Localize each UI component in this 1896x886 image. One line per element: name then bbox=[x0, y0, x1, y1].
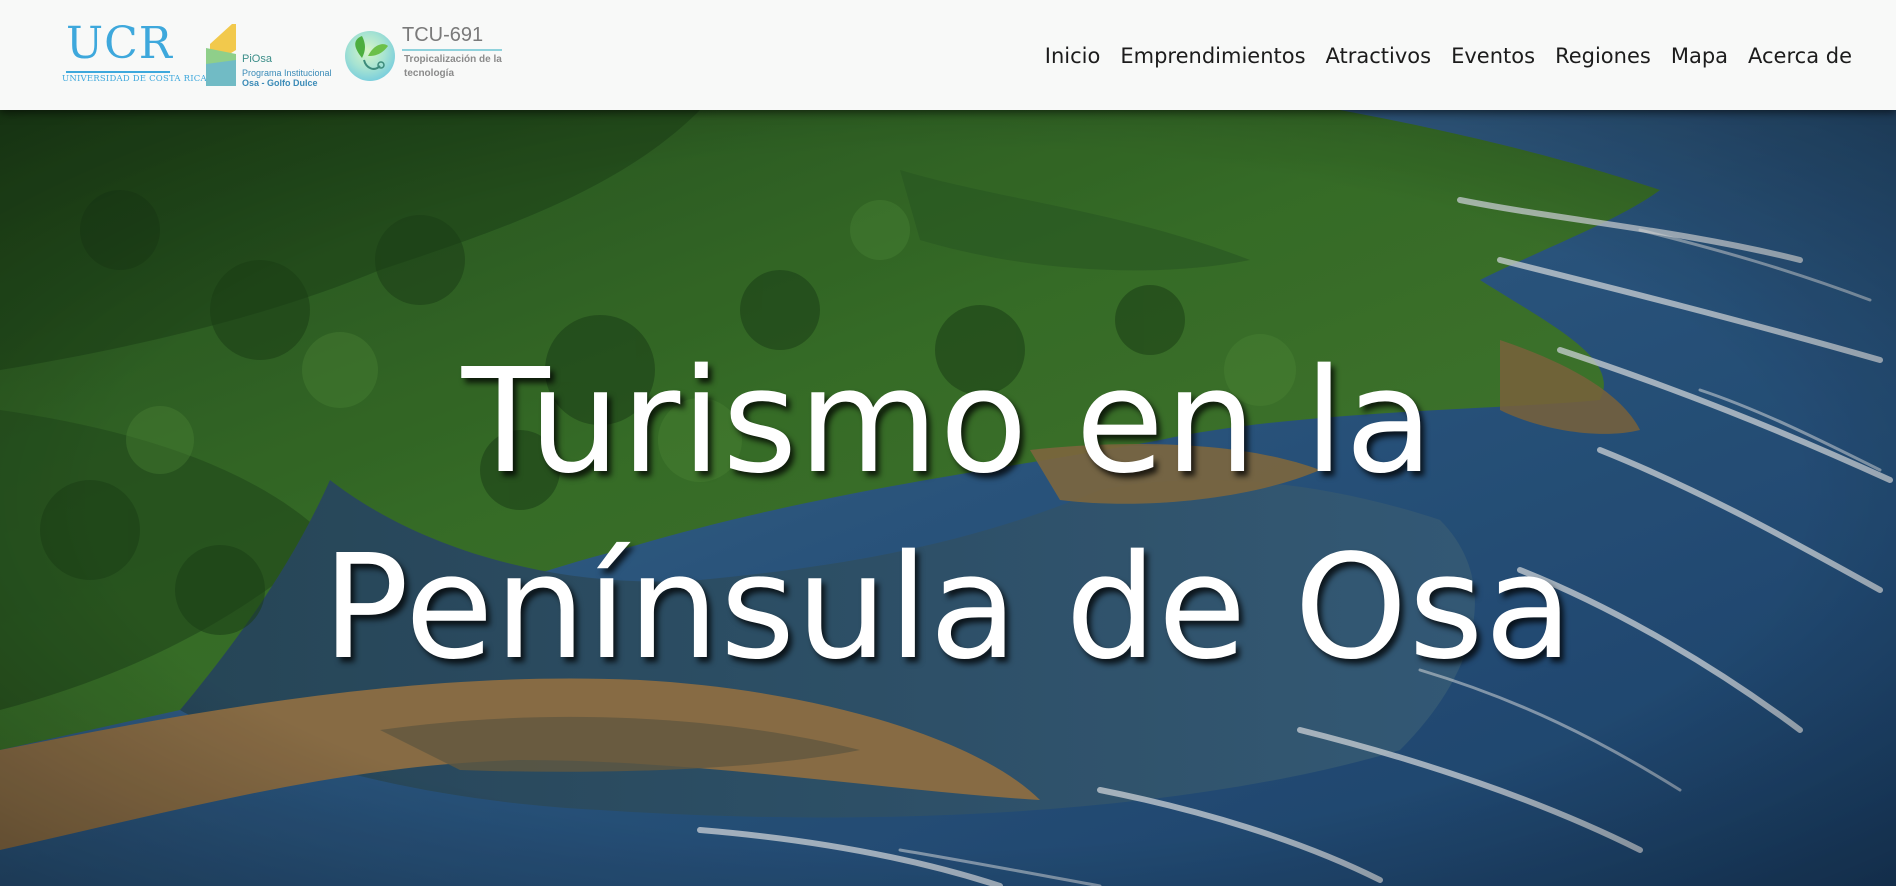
site-header: UCR UNIVERSIDAD DE COSTA RICA PiOsa Prog… bbox=[0, 0, 1896, 110]
tcu-logo-line1: Tropicalización de la bbox=[404, 54, 502, 65]
piosa-logo-line1: Programa Institucional bbox=[242, 68, 332, 78]
nav-item-eventos[interactable]: Eventos bbox=[1451, 41, 1535, 71]
ucr-logo[interactable]: UCR UNIVERSIDAD DE COSTA RICA bbox=[60, 18, 207, 86]
piosa-leaf-icon bbox=[206, 24, 236, 86]
nav-item-inicio[interactable]: Inicio bbox=[1045, 41, 1101, 71]
nav-item-mapa[interactable]: Mapa bbox=[1671, 41, 1728, 71]
ucr-logo-rule bbox=[66, 71, 170, 73]
piosa-logo-name: PiOsa bbox=[242, 53, 272, 65]
hero-title-line1: Turismo en la bbox=[461, 337, 1435, 505]
nav-item-emprendimientos[interactable]: Emprendimientos bbox=[1120, 41, 1305, 71]
nav-item-regiones[interactable]: Regiones bbox=[1555, 41, 1651, 71]
hero-title-line2: Península de Osa bbox=[322, 523, 1574, 691]
hero-banner: Turismo en la Península de Osa bbox=[0, 110, 1896, 886]
nav-item-atractivos[interactable]: Atractivos bbox=[1326, 41, 1432, 71]
piosa-logo-line2: Osa - Golfo Dulce bbox=[242, 78, 318, 88]
ucr-logo-mark: UCR bbox=[66, 18, 173, 69]
piosa-logo[interactable]: PiOsa Programa Institucional Osa - Golfo… bbox=[206, 22, 334, 88]
tcu-logo-code: TCU-691 bbox=[402, 24, 484, 46]
main-nav: Inicio Emprendimientos Atractivos Evento… bbox=[1045, 41, 1852, 71]
tcu-logo-rule bbox=[402, 49, 502, 51]
ucr-logo-subtitle: UNIVERSIDAD DE COSTA RICA bbox=[62, 74, 207, 84]
tcu-logo-line2: tecnología bbox=[404, 68, 455, 79]
tcu-sprout-icon bbox=[345, 31, 395, 81]
nav-item-acerca-de[interactable]: Acerca de bbox=[1748, 41, 1852, 71]
hero-title: Turismo en la Península de Osa bbox=[0, 328, 1896, 700]
tcu-logo[interactable]: TCU-691 Tropicalización de la tecnología bbox=[344, 18, 506, 84]
